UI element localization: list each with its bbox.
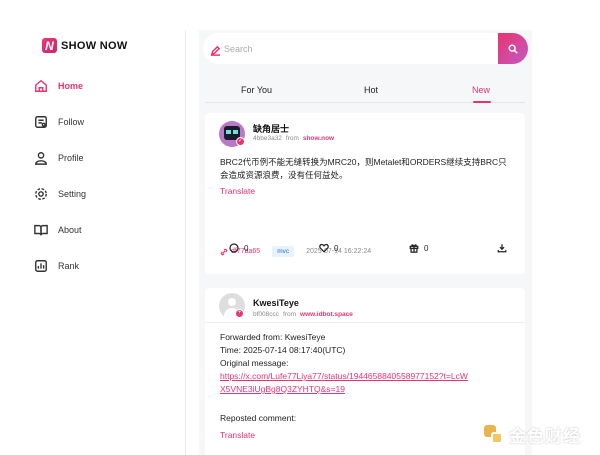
original-message-label: Original message:	[220, 358, 289, 368]
watermark: 金色财经	[484, 422, 581, 447]
logo-mark: N	[42, 38, 57, 53]
sidebar-item-label: Setting	[58, 189, 87, 199]
watermark-logo-icon	[484, 424, 504, 445]
avatar-head	[228, 298, 236, 306]
sidebar-item-label: Rank	[58, 261, 80, 271]
comment-count: 0	[244, 243, 249, 253]
post-username[interactable]: 缺角居士	[253, 122, 289, 135]
chart-icon	[35, 260, 47, 272]
search-input[interactable]	[224, 43, 484, 54]
heart-icon	[319, 243, 329, 253]
download-icon	[497, 244, 507, 253]
gear-icon	[35, 188, 47, 200]
avatar-eye	[233, 130, 238, 134]
from-label: from	[285, 135, 299, 142]
original-message-link[interactable]: https://x.com/Lufe77Liya77/status/194465…	[220, 370, 470, 396]
comment-button[interactable]: 0	[229, 243, 248, 253]
post-meta: 4bbe3a32 from show.now	[253, 135, 334, 142]
watermark-text: 金色财经	[509, 427, 581, 446]
translate-button[interactable]: Translate	[220, 430, 255, 440]
tab-new[interactable]: New	[472, 85, 490, 95]
post-card[interactable]: ✓ 缺角居士 4bbe3a32 from show.now BRC2代币例不能无缝转…	[205, 113, 525, 274]
search-bar	[203, 33, 528, 64]
post-user-id: bf008ccc	[253, 311, 280, 318]
post-source[interactable]: www.idbot.space	[300, 311, 353, 318]
from-label: from	[283, 311, 297, 318]
sidebar: N SHOW NOW Home Follow Profile Setting A…	[26, 30, 186, 455]
tab-hot[interactable]: Hot	[364, 85, 378, 95]
divider	[205, 322, 525, 323]
tab-underline	[473, 101, 491, 103]
brand-logo[interactable]: N SHOW NOW	[42, 38, 128, 53]
like-button[interactable]: 0	[319, 243, 338, 253]
post-card[interactable]: + KwesiTeye bf008ccc from www.idbot.space …	[205, 288, 525, 455]
post-actions: 0 0 0	[205, 243, 525, 257]
share-button[interactable]	[497, 243, 512, 253]
gift-button[interactable]: 0	[409, 243, 428, 253]
pen-icon	[210, 43, 221, 56]
sidebar-item-label: Profile	[58, 153, 84, 163]
tab-for-you[interactable]: For You	[241, 85, 272, 95]
feed-tabs: For You Hot New	[205, 77, 525, 103]
forward-time: Time: 2025-07-14 08:17:40(UTC)	[220, 345, 346, 355]
sidebar-item-label: About	[58, 225, 82, 235]
post-username[interactable]: KwesiTeye	[253, 298, 299, 308]
main-feed: For You Hot New ✓ 缺角居士 4bbe3a32fromshow.…	[199, 30, 532, 455]
comment-icon	[229, 243, 239, 253]
sidebar-item-about[interactable]: About	[34, 212, 86, 248]
sidebar-item-label: Home	[58, 81, 84, 91]
sidebar-item-follow[interactable]: Follow	[34, 104, 86, 140]
sidebar-item-label: Follow	[58, 117, 85, 127]
post-user-id: 4bbe3a32	[253, 135, 282, 142]
sidebar-nav: Home Follow Profile Setting About Rank	[34, 68, 86, 284]
verified-badge-icon: ✓	[236, 137, 245, 146]
sidebar-item-rank[interactable]: Rank	[34, 248, 86, 284]
gift-count: 0	[424, 243, 429, 253]
follow-icon	[35, 116, 47, 128]
book-icon	[34, 224, 48, 236]
post-source[interactable]: show.now	[303, 135, 334, 142]
gift-icon	[409, 244, 419, 253]
translate-button[interactable]: Translate	[220, 186, 255, 196]
brand-name: SHOW NOW	[61, 39, 128, 52]
reposted-comment-label: Reposted comment:	[220, 413, 297, 423]
follow-badge-icon[interactable]: +	[235, 309, 244, 318]
post-meta: bf008ccc from www.idbot.space	[253, 311, 353, 318]
search-button[interactable]	[498, 33, 528, 64]
sidebar-item-setting[interactable]: Setting	[34, 176, 86, 212]
post-content: BRC2代币例不能无缝转换为MRC20，则Metalet和ORDERS继续支持B…	[220, 157, 507, 180]
sidebar-item-home[interactable]: Home	[34, 68, 86, 104]
forwarded-from: Forwarded from: KwesiTeye	[220, 332, 326, 342]
avatar-eye	[226, 130, 231, 134]
profile-icon	[35, 152, 47, 165]
home-icon	[35, 79, 47, 92]
search-icon	[508, 44, 518, 54]
sidebar-item-profile[interactable]: Profile	[34, 140, 86, 176]
like-count: 0	[334, 243, 339, 253]
